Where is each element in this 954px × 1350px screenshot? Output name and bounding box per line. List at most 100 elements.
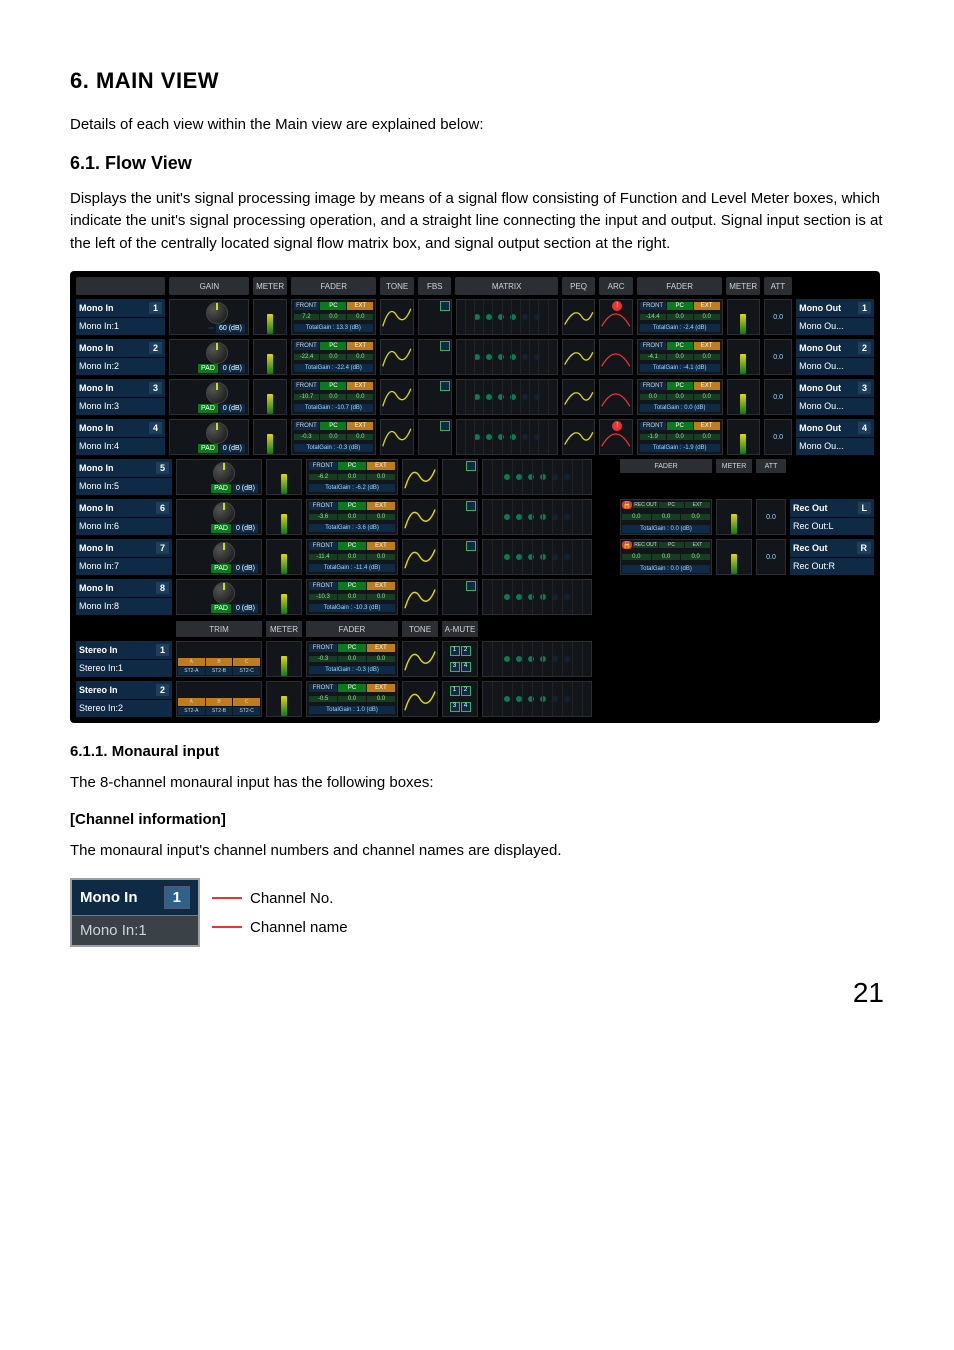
peq-box[interactable] <box>562 379 596 415</box>
arc-box[interactable]: ! <box>599 299 633 335</box>
tone-box[interactable] <box>402 641 438 677</box>
channel-info[interactable]: Stereo In2 Stereo In:2 <box>76 681 172 717</box>
amute-btn[interactable]: 4 <box>461 702 471 712</box>
pad-button[interactable]: PAD <box>198 444 218 453</box>
matrix-box[interactable] <box>482 579 592 615</box>
gain-box[interactable]: PAD 0 (dB) <box>169 339 249 375</box>
gain-knob-icon[interactable] <box>206 342 228 364</box>
gain-box[interactable]: PAD 0 (dB) <box>176 579 262 615</box>
matrix-box[interactable] <box>482 459 592 495</box>
out-channel-info[interactable]: Mono Out1 Mono Ou... <box>796 299 874 335</box>
tone-box[interactable] <box>380 299 414 335</box>
rec-fader-box[interactable]: 🔒REC OUTPCEXT 0.00.00.0 TotalGain : 0.0 … <box>620 539 712 575</box>
att-box[interactable]: 0.0 <box>756 499 786 535</box>
amute-btn[interactable]: 2 <box>461 686 471 696</box>
fader-box[interactable]: FRONTPCEXT -3.60.00.0 TotalGain : -3.6 (… <box>306 499 398 535</box>
arc-box[interactable]: ! <box>599 419 633 455</box>
gain-box[interactable]: PAD 0 (dB) <box>176 459 262 495</box>
att-box[interactable]: 0.0 <box>764 339 792 375</box>
fader-box[interactable]: FRONTPCEXT -0.30.00.0 TotalGain : -0.3 (… <box>291 419 377 455</box>
tone-box[interactable] <box>402 539 438 575</box>
tone-box[interactable] <box>380 379 414 415</box>
amute-btn[interactable]: 4 <box>461 662 471 672</box>
tone-box[interactable] <box>402 579 438 615</box>
fader-box[interactable]: FRONTPCEXT -6.20.00.0 TotalGain : -6.2 (… <box>306 459 398 495</box>
fader-box[interactable]: FRONTPCEXT -0.50.00.0 TotalGain : 1.0 (d… <box>306 681 398 717</box>
amute-btn[interactable]: 1 <box>450 646 460 656</box>
amute-btn[interactable]: 2 <box>461 646 471 656</box>
matrix-box[interactable] <box>456 419 558 455</box>
matrix-box[interactable] <box>482 539 592 575</box>
gain-knob-icon[interactable] <box>213 462 235 484</box>
channel-info[interactable]: Mono In8 Mono In:8 <box>76 579 172 615</box>
matrix-box[interactable] <box>456 299 558 335</box>
fader-box[interactable]: FRONTPCEXT 0.00.00.0 TotalGain : 0.0 (dB… <box>637 379 723 415</box>
att-box[interactable]: 0.0 <box>764 299 792 335</box>
gain-box[interactable]: PAD 0 (dB) <box>169 419 249 455</box>
fbs-box[interactable] <box>442 459 478 495</box>
pad-button[interactable]: PAD <box>211 564 231 573</box>
channel-info[interactable]: Mono In7 Mono In:7 <box>76 539 172 575</box>
gain-knob-icon[interactable] <box>206 422 228 444</box>
out-channel-info[interactable]: Rec OutL Rec Out:L <box>790 499 874 535</box>
pad-button[interactable]: PAD <box>198 364 218 373</box>
out-channel-info[interactable]: Mono Out4 Mono Ou... <box>796 419 874 455</box>
fbs-box[interactable] <box>418 379 452 415</box>
matrix-box[interactable] <box>456 339 558 375</box>
peq-box[interactable] <box>562 299 596 335</box>
channel-info[interactable]: Mono In5 Mono In:5 <box>76 459 172 495</box>
fader-box[interactable]: FRONTPCEXT 7.20.00.0 TotalGain : 13.3 (d… <box>291 299 377 335</box>
gain-knob-icon[interactable] <box>213 542 235 564</box>
fader-box[interactable]: FRONTPCEXT -0.30.00.0 TotalGain : -0.3 (… <box>306 641 398 677</box>
gain-box[interactable]: PAD 0 (dB) <box>169 379 249 415</box>
fader-box[interactable]: FRONTPCEXT -14.40.00.0 TotalGain : -2.4 … <box>637 299 723 335</box>
att-box[interactable]: 0.0 <box>764 379 792 415</box>
gain-knob-icon[interactable] <box>206 382 228 404</box>
amute-btn[interactable]: 3 <box>450 702 460 712</box>
pad-button[interactable]: PAD <box>211 604 231 613</box>
pad-button[interactable] <box>208 327 214 329</box>
arc-box[interactable] <box>599 339 633 375</box>
trim-box[interactable]: ABC ST2-AST2-BST2-C <box>176 641 262 677</box>
fader-box[interactable]: FRONTPCEXT -22.40.00.0 TotalGain : -22.4… <box>291 339 377 375</box>
amute-box[interactable]: 1234 <box>442 681 478 717</box>
out-channel-info[interactable]: Mono Out2 Mono Ou... <box>796 339 874 375</box>
fader-box[interactable]: FRONTPCEXT -10.30.00.0 TotalGain : -10.3… <box>306 579 398 615</box>
channel-info[interactable]: Mono In6 Mono In:6 <box>76 499 172 535</box>
gain-box[interactable]: PAD 0 (dB) <box>176 539 262 575</box>
channel-info[interactable]: Mono In3 Mono In:3 <box>76 379 165 415</box>
tone-box[interactable] <box>380 339 414 375</box>
peq-box[interactable] <box>562 339 596 375</box>
matrix-box[interactable] <box>482 641 592 677</box>
att-box[interactable]: 0.0 <box>764 419 792 455</box>
channel-info[interactable]: Stereo In1 Stereo In:1 <box>76 641 172 677</box>
fbs-box[interactable] <box>442 499 478 535</box>
gain-box[interactable]: 60 (dB) <box>169 299 249 335</box>
matrix-box[interactable] <box>456 379 558 415</box>
amute-box[interactable]: 1234 <box>442 641 478 677</box>
fader-box[interactable]: FRONTPCEXT -10.70.00.0 TotalGain : -10.7… <box>291 379 377 415</box>
fader-box[interactable]: FRONTPCEXT -11.40.00.0 TotalGain : -11.4… <box>306 539 398 575</box>
gain-box[interactable]: PAD 0 (dB) <box>176 499 262 535</box>
fbs-box[interactable] <box>442 539 478 575</box>
fbs-box[interactable] <box>442 579 478 615</box>
tone-box[interactable] <box>402 499 438 535</box>
tone-box[interactable] <box>402 459 438 495</box>
fader-box[interactable]: FRONTPCEXT -4.10.00.0 TotalGain : -4.1 (… <box>637 339 723 375</box>
peq-box[interactable] <box>562 419 596 455</box>
out-channel-info[interactable]: Rec OutR Rec Out:R <box>790 539 874 575</box>
fader-box[interactable]: FRONTPCEXT -1.90.00.0 TotalGain : -1.9 (… <box>637 419 723 455</box>
tone-box[interactable] <box>402 681 438 717</box>
rec-fader-box[interactable]: 🔒REC OUTPCEXT 0.00.00.0 TotalGain : 0.0 … <box>620 499 712 535</box>
arc-box[interactable] <box>599 379 633 415</box>
matrix-box[interactable] <box>482 681 592 717</box>
out-channel-info[interactable]: Mono Out3 Mono Ou... <box>796 379 874 415</box>
fbs-box[interactable] <box>418 339 452 375</box>
channel-info[interactable]: Mono In2 Mono In:2 <box>76 339 165 375</box>
att-box[interactable]: 0.0 <box>756 539 786 575</box>
pad-button[interactable]: PAD <box>211 484 231 493</box>
pad-button[interactable]: PAD <box>198 404 218 413</box>
matrix-box[interactable] <box>482 499 592 535</box>
tone-box[interactable] <box>380 419 414 455</box>
gain-knob-icon[interactable] <box>213 502 235 524</box>
